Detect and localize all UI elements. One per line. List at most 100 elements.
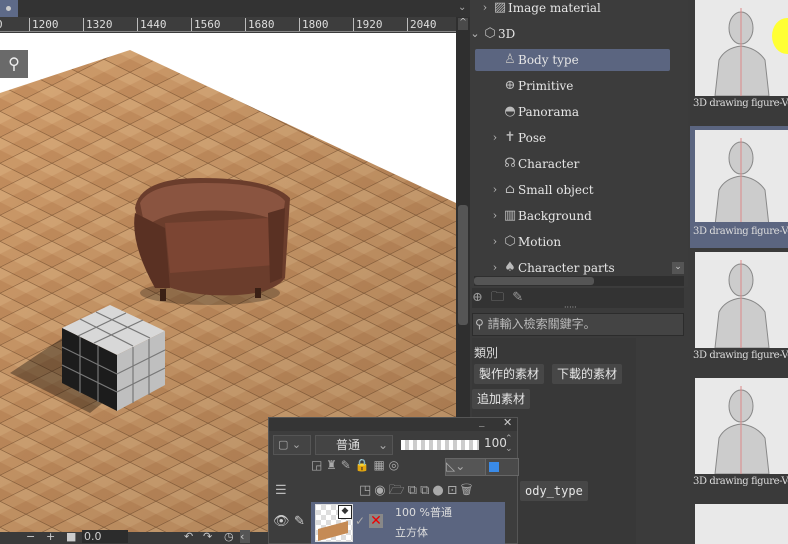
reset-rotation-icon[interactable]: ◷ xyxy=(224,530,234,543)
tree-item-background[interactable]: › ▥ Background xyxy=(470,205,670,227)
category-my-materials[interactable]: 製作的素材 xyxy=(474,364,545,384)
ruler-tick: 1560 xyxy=(191,18,221,31)
tree-item-character[interactable]: ☊ Character xyxy=(470,153,670,175)
edit-pencil-icon[interactable]: ✎ xyxy=(294,514,305,529)
draft-icon[interactable]: ✎ xyxy=(341,458,351,472)
zoom-tool-button[interactable]: ⚲ xyxy=(0,50,28,78)
merge-down-icon[interactable]: ⧉ xyxy=(420,483,432,498)
layer-row[interactable]: 👁 ✎ ◆ ✓ ✕ 100 %普通 立方体 xyxy=(269,502,517,544)
material-thumbnail[interactable]: 3D drawing figure-Ver.2 ( xyxy=(690,0,788,122)
chevron-right-icon[interactable]: › xyxy=(490,231,500,253)
opacity-value[interactable]: 100 xyxy=(484,436,507,450)
blend-mode-select[interactable]: 普通 ⌄ xyxy=(315,435,393,455)
ruler-tick: 1200 xyxy=(29,18,59,31)
search-placeholder: 請輸入檢索關鍵字。 xyxy=(487,317,596,331)
eye-icon[interactable]: 👁 xyxy=(273,514,290,529)
layer-panel-titlebar[interactable]: _ ✕ xyxy=(269,414,517,431)
character-parts-icon: ♠ xyxy=(504,260,516,275)
chevron-down-icon[interactable]: ⌄ xyxy=(458,2,466,13)
zoom-in-button[interactable]: + xyxy=(46,530,55,543)
category-added[interactable]: 追加素材 xyxy=(472,389,531,409)
tree-item-primitive[interactable]: ⊕ Primitive xyxy=(470,75,670,97)
material-thumbnail[interactable]: 3D drawing figure-Ver.2 ( xyxy=(690,378,788,500)
create-mask-icon[interactable]: ● xyxy=(432,483,446,498)
new-raster-layer-icon[interactable]: ◳ xyxy=(359,483,374,498)
material-thumbnail[interactable]: 3D drawing figure-Ver.2 ( xyxy=(690,252,788,374)
tree-item-3d[interactable]: ⌄ ⬡ 3D xyxy=(470,23,670,45)
reference-icon[interactable]: ♜ xyxy=(326,458,337,472)
search-icon: ⚲ xyxy=(475,317,484,331)
tree-item-motion[interactable]: › ⬡ Motion xyxy=(470,231,670,253)
panorama-icon: ◓ xyxy=(504,104,516,119)
delete-layer-icon[interactable]: 🗑 xyxy=(461,483,476,498)
motion-icon: ⬡ xyxy=(504,234,516,249)
splitter-handle[interactable]: ····· xyxy=(564,303,577,312)
armchair xyxy=(134,178,290,305)
blend-mode-value: 普通 xyxy=(336,438,361,452)
rotate-right-icon[interactable]: ↷ xyxy=(203,530,212,543)
new-folder-icon[interactable]: 🗁 xyxy=(389,483,408,498)
tree-item-label: Small object xyxy=(518,183,594,197)
color-swatch-button[interactable] xyxy=(485,458,519,476)
delete-folder-icon[interactable]: 🗀 xyxy=(491,290,504,305)
scrollbar-thumb[interactable] xyxy=(458,205,468,325)
scroll-up-icon[interactable]: ^ xyxy=(458,18,468,30)
edit-folder-icon[interactable]: ✎ xyxy=(512,290,523,305)
ruler-tick: 1320 xyxy=(83,18,113,31)
tree-item-image-material[interactable]: › ▨ Image material xyxy=(470,0,670,19)
tag-body-type[interactable]: ody_type xyxy=(520,481,588,501)
material-thumbnail[interactable]: 3D drawing figure-Ver.2 ( xyxy=(690,126,788,248)
material-thumbnail[interactable] xyxy=(690,504,788,544)
search-field[interactable]: ⚲ 請輸入檢索關鍵字。 xyxy=(472,313,684,336)
mask-icon[interactable]: ◎ xyxy=(389,458,399,472)
canvas-tab[interactable] xyxy=(0,0,18,17)
tree-toolbar: ⊕ 🗀 ✎ xyxy=(472,288,684,308)
opacity-slider[interactable] xyxy=(401,440,479,450)
chevron-down-icon[interactable]: ⌄ xyxy=(470,23,480,45)
primitive-icon: ⊕ xyxy=(504,78,516,93)
tree-item-small-object[interactable]: › ⌂ Small object xyxy=(470,179,670,201)
category-label: 類別 xyxy=(474,346,499,360)
body-type-icon: ♙ xyxy=(504,52,516,67)
tree-item-panorama[interactable]: ◓ Panorama xyxy=(470,101,670,123)
rotate-left-icon[interactable]: ↶ xyxy=(184,530,193,543)
tree-scroll-down-icon[interactable]: ⌄ xyxy=(672,262,684,274)
tree-item-pose[interactable]: › ✝ Pose xyxy=(470,127,670,149)
thumbnail-caption: 3D drawing figure-Ver.2 ( xyxy=(693,476,788,487)
tree-item-body-type[interactable]: ♙ Body type xyxy=(475,49,670,71)
chevron-right-icon[interactable]: › xyxy=(490,127,500,149)
layer-color-mode-button[interactable]: ◺⌄ xyxy=(445,458,489,476)
close-icon[interactable]: ✕ xyxy=(503,416,512,429)
layer-thumbnail: ◆ xyxy=(315,504,353,542)
ruler-tick: 1800 xyxy=(299,18,329,31)
chevron-right-icon[interactable]: › xyxy=(490,205,500,227)
clip-icon[interactable]: ◲ xyxy=(311,458,322,472)
opacity-stepper[interactable]: ⌃ ⌄ xyxy=(505,434,513,454)
rotation-input[interactable]: 0.0 xyxy=(82,530,128,543)
ruler-tick: 1440 xyxy=(137,18,167,31)
material-thumbnails: 3D drawing figure-Ver.2 (3D drawing figu… xyxy=(690,0,788,544)
layer-color-dropdown[interactable]: ▢ ⌄ xyxy=(273,435,311,455)
lock-alpha-icon[interactable]: ▦ xyxy=(373,458,384,472)
layer-list-icon[interactable]: ☰ xyxy=(275,483,287,498)
body-figure-image xyxy=(695,252,788,348)
apply-mask-icon[interactable]: ⊡ xyxy=(447,483,461,498)
lock-icon[interactable]: 🔒 xyxy=(355,458,370,472)
transfer-down-icon[interactable]: ⧉ xyxy=(408,483,420,498)
zoom-out-button[interactable]: − xyxy=(26,530,35,543)
cube-sphere-icon: ⬡ xyxy=(484,26,496,41)
tree-horizontal-scrollbar[interactable] xyxy=(474,276,684,286)
checkmark-icon: ✓ xyxy=(355,514,366,528)
category-downloaded[interactable]: 下載的素材 xyxy=(552,364,623,384)
pose-icon: ✝ xyxy=(504,130,516,145)
tree-item-label: 3D xyxy=(498,27,516,41)
minimize-icon[interactable]: _ xyxy=(479,414,485,427)
fit-button[interactable]: ■ xyxy=(66,530,76,543)
add-folder-icon[interactable]: ⊕ xyxy=(472,290,483,305)
collapse-icon[interactable]: ‹ xyxy=(240,530,250,543)
chevron-right-icon[interactable]: › xyxy=(480,0,490,19)
chevron-right-icon[interactable]: › xyxy=(490,179,500,201)
tree-item-label: Character xyxy=(518,157,580,171)
horizontal-ruler: 0 1200 1320 1440 1560 1680 1800 1920 2040 xyxy=(0,17,456,32)
new-vector-layer-icon[interactable]: ◉ xyxy=(374,483,388,498)
